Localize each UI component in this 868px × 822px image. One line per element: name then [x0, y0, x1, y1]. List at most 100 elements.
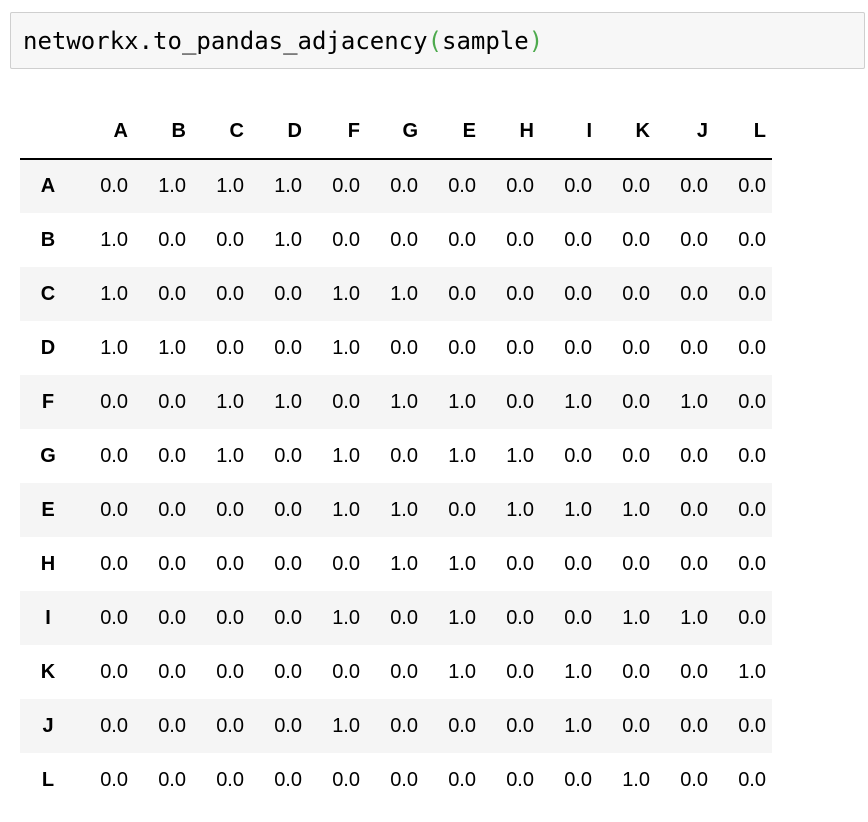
table-cell: 0.0 [448, 498, 476, 521]
table-cell: 0.0 [158, 390, 186, 413]
table-cell: 1.0 [506, 444, 534, 467]
table-cell: 0.0 [680, 444, 708, 467]
code-close-paren: ) [528, 26, 544, 55]
table-cell: 0.0 [738, 606, 766, 629]
table-cell: 0.0 [738, 714, 766, 737]
table-cell: 0.0 [564, 228, 592, 251]
table-cell: 0.0 [100, 444, 128, 467]
table-cell: 1.0 [564, 714, 592, 737]
table-cell: 0.0 [738, 498, 766, 521]
table-cell: 0.0 [622, 228, 650, 251]
table-cell: 0.0 [564, 282, 592, 305]
table-cell: 0.0 [680, 552, 708, 575]
row-index-label: F [41, 390, 55, 413]
table-cell: 1.0 [390, 498, 418, 521]
table-cell: 0.0 [390, 714, 418, 737]
table-cell: 0.0 [680, 228, 708, 251]
table-cell: 0.0 [216, 660, 244, 683]
table-cell: 0.0 [680, 714, 708, 737]
code-input-cell[interactable]: networkx.to_pandas_adjacency(sample) [10, 12, 865, 69]
table-cell: 0.0 [158, 606, 186, 629]
table-cell: 0.0 [564, 444, 592, 467]
table-cell: 0.0 [622, 552, 650, 575]
table-cell: 0.0 [274, 552, 302, 575]
table-cell: 0.0 [274, 498, 302, 521]
table-row: G 0.0 0.0 1.0 0.0 1.0 0.0 1.0 1.0 0.0 0.0 0.0 0.0 [20, 429, 772, 483]
table-cell: 1.0 [216, 175, 244, 197]
table-cell: 0.0 [506, 282, 534, 305]
table-cell: 0.0 [448, 228, 476, 251]
table-cell: 1.0 [274, 390, 302, 413]
column-header: E [424, 104, 482, 160]
row-index-label: G [40, 444, 56, 467]
table-cell: 0.0 [216, 714, 244, 737]
table-cell: 1.0 [100, 282, 128, 305]
table-cell: 1.0 [506, 498, 534, 521]
table-cell: 1.0 [332, 498, 360, 521]
table-cell: 0.0 [738, 175, 766, 197]
table-cell: 0.0 [738, 552, 766, 575]
dataframe-header: ABCDFGEHIKJL [20, 104, 772, 160]
table-cell: 0.0 [448, 336, 476, 359]
table-cell: 0.0 [158, 444, 186, 467]
table-cell: 0.0 [680, 498, 708, 521]
table-cell: 0.0 [100, 606, 128, 629]
table-cell: 1.0 [564, 498, 592, 521]
column-header: D [250, 104, 308, 160]
table-row: A 0.0 1.0 1.0 1.0 0.0 0.0 0.0 0.0 0.0 0.0 0.0 0.0 [20, 159, 772, 213]
table-cell: 0.0 [332, 390, 360, 413]
table-cell: 1.0 [738, 660, 766, 683]
table-cell: 0.0 [738, 336, 766, 359]
row-index-label: K [40, 660, 56, 683]
table-cell: 0.0 [158, 228, 186, 251]
table-cell: 1.0 [158, 175, 186, 197]
row-index-label: A [40, 175, 56, 197]
column-header: G [366, 104, 424, 160]
table-row: K 0.0 0.0 0.0 0.0 0.0 0.0 1.0 0.0 1.0 0.0 0.0 1.0 [20, 645, 772, 699]
table-cell: 0.0 [216, 768, 244, 791]
code-function-text: networkx.to_pandas_adjacency [23, 26, 428, 55]
table-cell: 1.0 [332, 714, 360, 737]
table-cell: 1.0 [158, 336, 186, 359]
table-cell: 1.0 [680, 390, 708, 413]
table-cell: 0.0 [506, 228, 534, 251]
table-cell: 0.0 [506, 390, 534, 413]
row-index-label: L [41, 768, 55, 791]
table-cell: 0.0 [738, 444, 766, 467]
table-cell: 0.0 [100, 660, 128, 683]
table-cell: 0.0 [274, 660, 302, 683]
table-cell: 1.0 [274, 228, 302, 251]
table-row: B 1.0 0.0 0.0 1.0 0.0 0.0 0.0 0.0 0.0 0.0 0.0 0.0 [20, 213, 772, 267]
table-cell: 0.0 [390, 606, 418, 629]
table-row: D 1.0 1.0 0.0 0.0 1.0 0.0 0.0 0.0 0.0 0.0 0.0 0.0 [20, 321, 772, 375]
table-cell: 1.0 [100, 228, 128, 251]
table-cell: 0.0 [274, 606, 302, 629]
column-header: H [482, 104, 540, 160]
column-header: B [134, 104, 192, 160]
table-cell: 1.0 [448, 552, 476, 575]
adjacency-dataframe: ABCDFGEHIKJL A 0.0 1.0 1.0 1.0 0.0 0.0 0.0 0.0 0.… [20, 104, 772, 807]
column-header: A [76, 104, 134, 160]
table-cell: 0.0 [390, 175, 418, 197]
table-cell: 0.0 [390, 660, 418, 683]
column-header: F [308, 104, 366, 160]
table-cell: 0.0 [216, 282, 244, 305]
row-index-label: J [42, 714, 54, 737]
column-header: L [714, 104, 772, 160]
table-cell: 0.0 [622, 390, 650, 413]
table-cell: 1.0 [448, 444, 476, 467]
table-cell: 0.0 [622, 336, 650, 359]
table-cell: 0.0 [448, 714, 476, 737]
table-cell: 0.0 [738, 768, 766, 791]
table-cell: 0.0 [506, 336, 534, 359]
table-cell: 0.0 [216, 606, 244, 629]
table-row: H 0.0 0.0 0.0 0.0 0.0 1.0 1.0 0.0 0.0 0.0 0.0 0.0 [20, 537, 772, 591]
table-cell: 0.0 [158, 714, 186, 737]
table-cell: 0.0 [390, 228, 418, 251]
table-cell: 1.0 [448, 390, 476, 413]
table-cell: 0.0 [564, 552, 592, 575]
table-row: I 0.0 0.0 0.0 0.0 1.0 0.0 1.0 0.0 0.0 1.0 1.0 0.0 [20, 591, 772, 645]
table-cell: 0.0 [158, 282, 186, 305]
table-cell: 0.0 [100, 768, 128, 791]
table-row: J 0.0 0.0 0.0 0.0 1.0 0.0 0.0 0.0 1.0 0.0 0.0 0.0 [20, 699, 772, 753]
